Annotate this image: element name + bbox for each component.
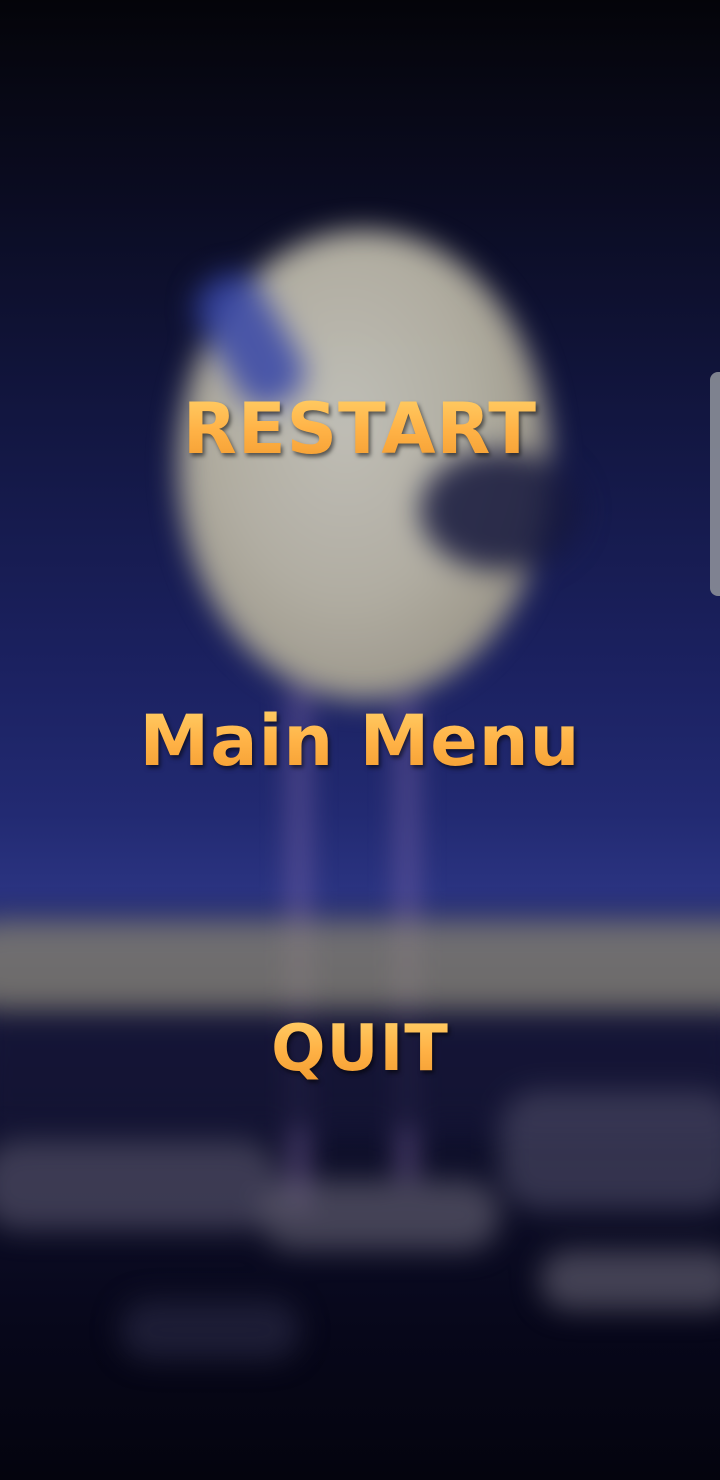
cloud bbox=[260, 1180, 500, 1250]
game-pause-screen: RESTART Main Menu QUIT bbox=[0, 0, 720, 1480]
quit-button[interactable]: QUIT bbox=[0, 1012, 720, 1086]
city-horizon bbox=[0, 920, 720, 1010]
cloud bbox=[500, 1090, 720, 1210]
main-menu-button[interactable]: Main Menu bbox=[0, 700, 720, 782]
cloud bbox=[0, 1140, 280, 1230]
cloud bbox=[120, 1300, 300, 1360]
edge-panel-handle-icon[interactable] bbox=[710, 372, 720, 596]
restart-button[interactable]: RESTART bbox=[0, 388, 720, 470]
cloud bbox=[540, 1250, 720, 1310]
